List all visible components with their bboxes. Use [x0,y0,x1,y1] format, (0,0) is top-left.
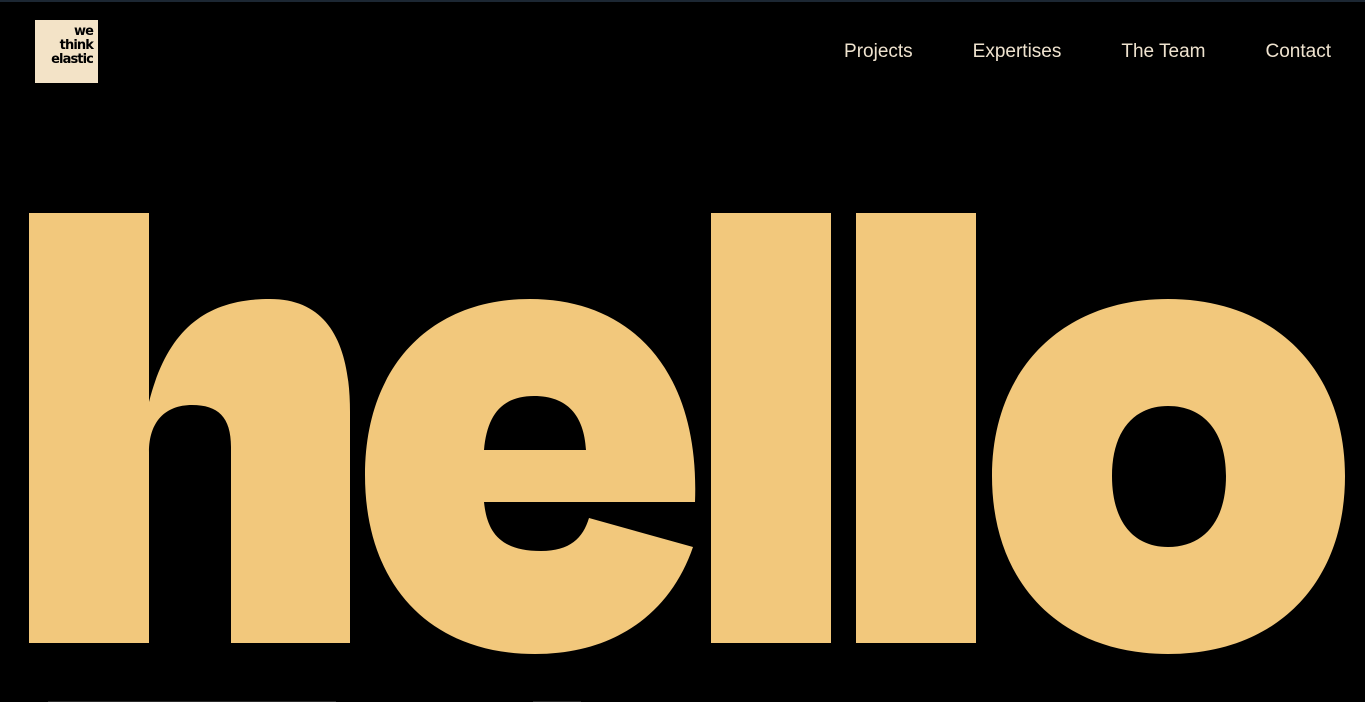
hero-letter-e [365,299,696,654]
hero-letter-h [29,213,350,643]
hero-letter-o [992,299,1345,654]
hero-word-graphic: hello [29,213,1345,654]
hero-word: hello [0,2,1365,702]
hero-letter-l-second [856,213,976,643]
hero-letter-l-first [711,213,831,643]
